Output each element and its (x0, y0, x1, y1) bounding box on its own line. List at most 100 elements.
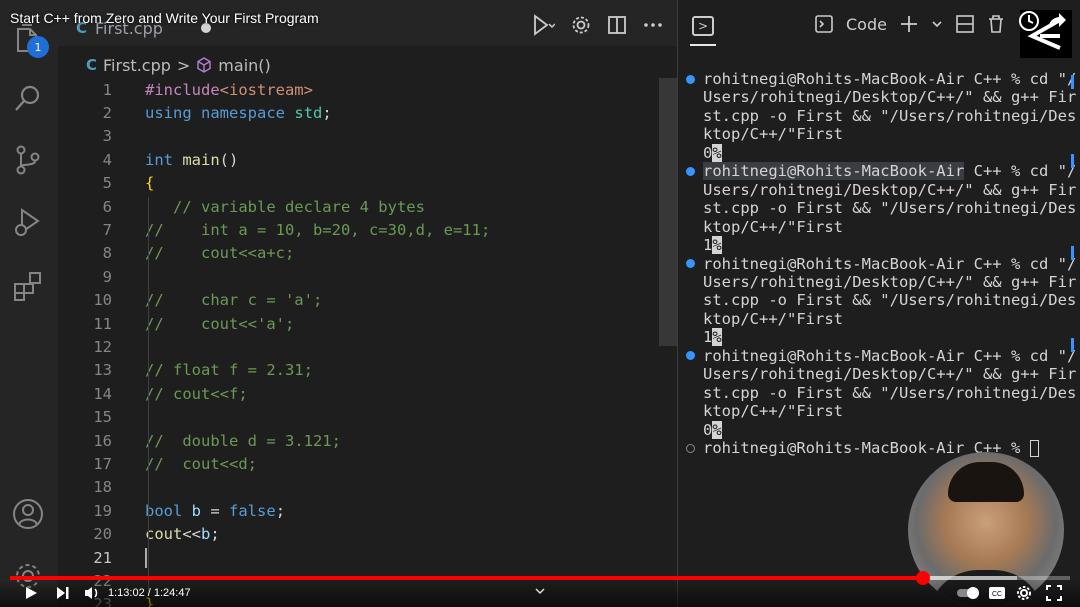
editor-pane: C First.cpp C First.cpp > main() 1 #inclu… (58, 0, 677, 607)
line-number: 4 (102, 150, 112, 169)
code-text[interactable]: // float f = 2.31; (145, 361, 313, 379)
editor-scrollbar[interactable] (659, 78, 677, 346)
run-file-icon[interactable] (529, 14, 555, 36)
terminal-scroll-mark (1071, 75, 1074, 89)
new-terminal-icon[interactable] (899, 14, 919, 34)
code-text[interactable]: int main() (145, 151, 238, 169)
line-number: 5 (102, 174, 112, 193)
code-line[interactable]: 4 int main() (58, 148, 663, 171)
terminal-scroll-mark (1071, 338, 1074, 352)
video-title[interactable]: Start C++ from Zero and Write Your First… (10, 10, 319, 26)
cube-symbol-icon (197, 57, 211, 73)
code-text[interactable]: // int a = 10, b=20, c=30,d, e=11; (145, 221, 490, 239)
code-line[interactable]: 5{ (58, 172, 663, 195)
terminal-line: Users/rohitnegi/Desktop/C++/" && g++ Fir (703, 88, 1077, 107)
code-text[interactable]: // cout<<f; (145, 385, 248, 403)
command-status-dot[interactable] (686, 351, 695, 361)
svg-text:CC: CC (992, 591, 1002, 598)
play-icon[interactable] (24, 586, 38, 600)
progress-fill (10, 576, 923, 580)
terminal-tab-icon[interactable]: > (692, 16, 714, 36)
terminal-line: st.cpp -o First && "/Users/rohitnegi/Des (703, 106, 1077, 125)
line-number: 14 (93, 384, 112, 403)
terminal-line: Users/rohitnegi/Desktop/C++/" && g++ Fir (703, 272, 1077, 291)
terminal-line: rohitnegi@Rohits-MacBook-Air C++ % cd "/ (703, 254, 1077, 273)
trash-icon[interactable] (987, 14, 1005, 34)
terminal-actions: Code (814, 14, 1005, 34)
terminal-profile-label[interactable]: Code (846, 15, 887, 34)
code-text[interactable]: // char c = 'a'; (145, 291, 322, 309)
line-number: 8 (102, 244, 112, 263)
code-text[interactable]: cout<<b; (145, 525, 220, 543)
terminal-line: st.cpp -o First && "/Users/rohitnegi/Des (703, 199, 1077, 218)
line-number: 11 (93, 314, 112, 333)
command-status-dot[interactable] (686, 166, 695, 176)
terminal-line: 1% (703, 236, 722, 255)
code-text[interactable] (145, 547, 147, 568)
split-terminal-icon[interactable] (955, 14, 975, 34)
code-text[interactable]: { (145, 174, 154, 192)
captions-icon[interactable]: CC (988, 586, 1006, 600)
code-line[interactable]: 2 using namespace std; (58, 101, 663, 124)
code-line[interactable]: 3 (58, 125, 663, 148)
terminal-line: Users/rohitnegi/Desktop/C++/" && g++ Fir (703, 180, 1077, 199)
code-line[interactable]: 1 #include<iostream> (58, 78, 663, 101)
autoplay-toggle-icon[interactable] (956, 586, 980, 600)
code-text[interactable]: // cout<<d; (145, 455, 257, 473)
watch-later-icon[interactable] (1018, 10, 1040, 32)
code-text[interactable]: bool b = false; (145, 502, 285, 520)
code-text[interactable]: #include<iostream> (145, 81, 313, 99)
line-number: 7 (102, 221, 112, 240)
terminal-profile-icon[interactable] (814, 14, 834, 34)
line-number: 1 (102, 80, 112, 99)
line-number: 6 (102, 197, 112, 216)
command-status-dot[interactable] (686, 259, 695, 268)
code-text[interactable]: using namespace std; (145, 104, 332, 122)
more-actions-icon[interactable] (643, 15, 663, 35)
terminal-line: 0% (703, 143, 722, 162)
volume-icon[interactable] (84, 585, 100, 601)
line-number: 10 (93, 291, 112, 310)
source-control-icon[interactable] (10, 142, 46, 178)
line-number: 16 (93, 431, 112, 450)
terminal-line: ktop/C++/"First (703, 402, 843, 421)
editor-actions (529, 14, 663, 36)
run-debug-icon[interactable] (10, 204, 46, 240)
gear-icon[interactable] (571, 15, 591, 35)
breadcrumb-file[interactable]: First.cpp (103, 56, 171, 75)
progress-scrubber[interactable] (915, 571, 930, 585)
extensions-icon[interactable] (10, 268, 46, 304)
breadcrumb: C First.cpp > main() (86, 54, 271, 76)
terminal-line: st.cpp -o First && "/Users/rohitnegi/Des (703, 291, 1077, 310)
next-icon[interactable] (56, 586, 70, 600)
terminal-line: rohitnegi@Rohits-MacBook-Air C++ % cd "/ (703, 346, 1077, 365)
breadcrumb-symbol[interactable]: main() (218, 56, 270, 75)
fullscreen-icon[interactable] (1046, 585, 1062, 601)
progress-buffer (922, 576, 1017, 580)
chevron-down-icon[interactable] (931, 18, 943, 30)
terminal-line: Users/rohitnegi/Desktop/C++/" && g++ Fir (703, 365, 1077, 384)
terminal-scroll-mark (1071, 154, 1074, 168)
settings-gear-icon[interactable] (1016, 585, 1032, 601)
terminal-line: ktop/C++/"First (703, 125, 843, 144)
code-text[interactable]: // cout<<'a'; (145, 315, 294, 333)
split-editor-icon[interactable] (607, 15, 627, 35)
cpp-file-icon: C (86, 56, 98, 74)
presenter-hair (948, 462, 1024, 502)
account-icon[interactable] (10, 496, 46, 532)
line-number: 2 (102, 104, 112, 123)
chevron-down-icon[interactable] (535, 586, 545, 596)
line-number: 3 (102, 127, 112, 146)
share-icon[interactable] (1046, 10, 1068, 32)
terminal-scroll-mark (1071, 246, 1074, 260)
command-status-dot[interactable] (686, 74, 695, 84)
terminal-tab-underline (690, 44, 716, 46)
search-icon[interactable] (10, 80, 46, 116)
code-text[interactable]: // double d = 3.121; (145, 432, 341, 450)
command-status-dot[interactable] (686, 443, 695, 453)
indent-guide (148, 197, 149, 595)
code-text[interactable]: // cout<<a+c; (145, 244, 294, 262)
line-number: 20 (93, 525, 112, 544)
line-number: 12 (93, 338, 112, 357)
code-text[interactable]: // variable declare 4 bytes (145, 198, 425, 216)
